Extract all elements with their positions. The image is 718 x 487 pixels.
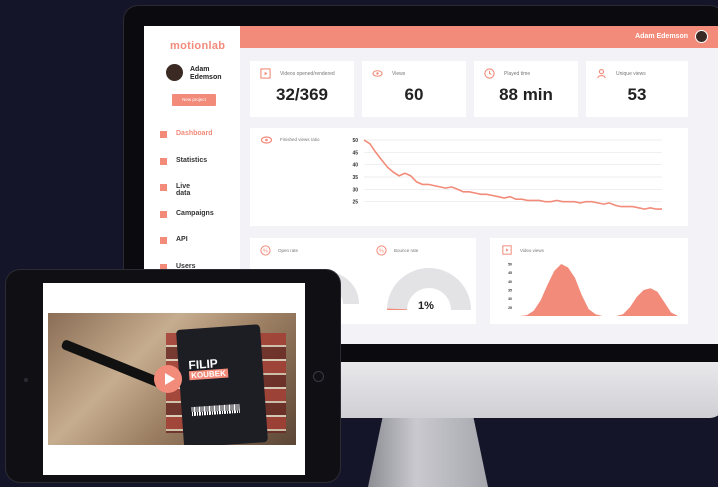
percent-icon: % xyxy=(376,245,387,256)
user-icon xyxy=(597,69,606,79)
sidebar-item-label: Campaigns xyxy=(176,209,214,217)
svg-text:%: % xyxy=(263,249,268,255)
sidebar-user-name: Adam Edemson xyxy=(190,66,230,82)
video-views-card: Video views 50 45 40 35 30 25 xyxy=(490,238,688,324)
sidebar-item-label: Dashboard xyxy=(176,130,213,137)
y-tick-label: 50 xyxy=(352,138,358,144)
y-tick-label: 30 xyxy=(508,297,512,301)
finished-views-card: Finished views ratio 50 45 40 35 30 25 xyxy=(250,128,688,226)
stat-value: 60 xyxy=(404,85,424,104)
user-first-name: Adam xyxy=(190,66,210,73)
y-tick-label: 35 xyxy=(352,175,358,181)
sidebar-item-label: Users xyxy=(176,262,196,270)
sidebar-item-label: Live data xyxy=(176,183,191,197)
bounce-rate-label: Bounce rate xyxy=(394,248,419,253)
user-last-name: Edemson xyxy=(190,74,222,81)
top-bar: Adam Edemson xyxy=(240,26,718,48)
clock-icon xyxy=(484,68,495,79)
statistics-icon xyxy=(160,157,167,165)
play-button[interactable] xyxy=(154,365,182,393)
badge-image: FILIP KOUBEK xyxy=(175,324,269,445)
tablet-camera xyxy=(24,378,28,382)
stat-card-unique-views[interactable]: Unique views 53 xyxy=(586,61,688,117)
topbar-avatar[interactable] xyxy=(695,30,708,43)
series-line xyxy=(363,139,662,210)
play-icon xyxy=(502,245,512,255)
badge-last-name: KOUBEK xyxy=(188,368,229,381)
new-project-button[interactable]: New project xyxy=(172,94,216,106)
stat-card-views[interactable]: Views 60 xyxy=(362,61,466,117)
topbar-username[interactable]: Adam Edemson xyxy=(635,33,688,40)
video-views-label: Video views xyxy=(520,248,544,253)
barcode-icon xyxy=(191,403,240,417)
open-rate-label: Open rate xyxy=(278,248,299,253)
logo[interactable]: motionlab xyxy=(170,40,225,52)
stat-card-played-time[interactable]: Played time 88 min xyxy=(474,61,578,117)
sidebar-item-label: Statistics xyxy=(176,156,208,164)
bounce-rate-value: 1% xyxy=(418,300,434,312)
stat-value: 88 min xyxy=(499,85,553,104)
live-data-icon xyxy=(160,184,167,191)
stat-label: Videos opened/rendered xyxy=(280,71,335,77)
y-tick-label: 35 xyxy=(508,289,512,293)
y-tick-label: 40 xyxy=(352,163,358,169)
tablet-home-button[interactable] xyxy=(313,371,324,382)
eye-icon xyxy=(372,70,383,77)
eye-icon xyxy=(260,136,273,144)
finished-views-label: Finished views ratio xyxy=(280,137,320,142)
campaigns-icon xyxy=(160,210,167,218)
stat-label: Views xyxy=(392,71,406,77)
video-views-chart: 50 45 40 35 30 25 xyxy=(508,263,678,316)
y-tick-label: 50 xyxy=(508,263,512,267)
y-tick-label: 40 xyxy=(508,280,512,284)
stat-label: Played time xyxy=(504,71,531,77)
avatar xyxy=(166,64,183,81)
y-tick-label: 45 xyxy=(352,150,358,156)
y-tick-label: 30 xyxy=(352,187,358,193)
play-icon xyxy=(260,68,271,79)
percent-icon: % xyxy=(260,245,271,256)
y-tick-label: 45 xyxy=(508,271,512,275)
sidebar-item-label: API xyxy=(176,236,188,243)
stat-value: 32/369 xyxy=(276,85,328,104)
svg-text:%: % xyxy=(379,249,384,255)
monitor-stand xyxy=(368,418,488,487)
stat-value: 53 xyxy=(627,85,647,104)
dashboard-icon xyxy=(160,131,167,138)
series-area xyxy=(520,264,678,316)
y-tick-label: 25 xyxy=(352,200,358,206)
y-tick-label: 25 xyxy=(508,306,512,310)
stat-label: Unique views xyxy=(616,71,646,77)
stat-card-videos[interactable]: Videos opened/rendered 32/369 xyxy=(250,61,354,117)
api-icon xyxy=(160,237,167,244)
video-player[interactable]: FILIP KOUBEK xyxy=(48,313,296,445)
finished-views-chart: 50 45 40 35 30 25 xyxy=(352,138,662,210)
